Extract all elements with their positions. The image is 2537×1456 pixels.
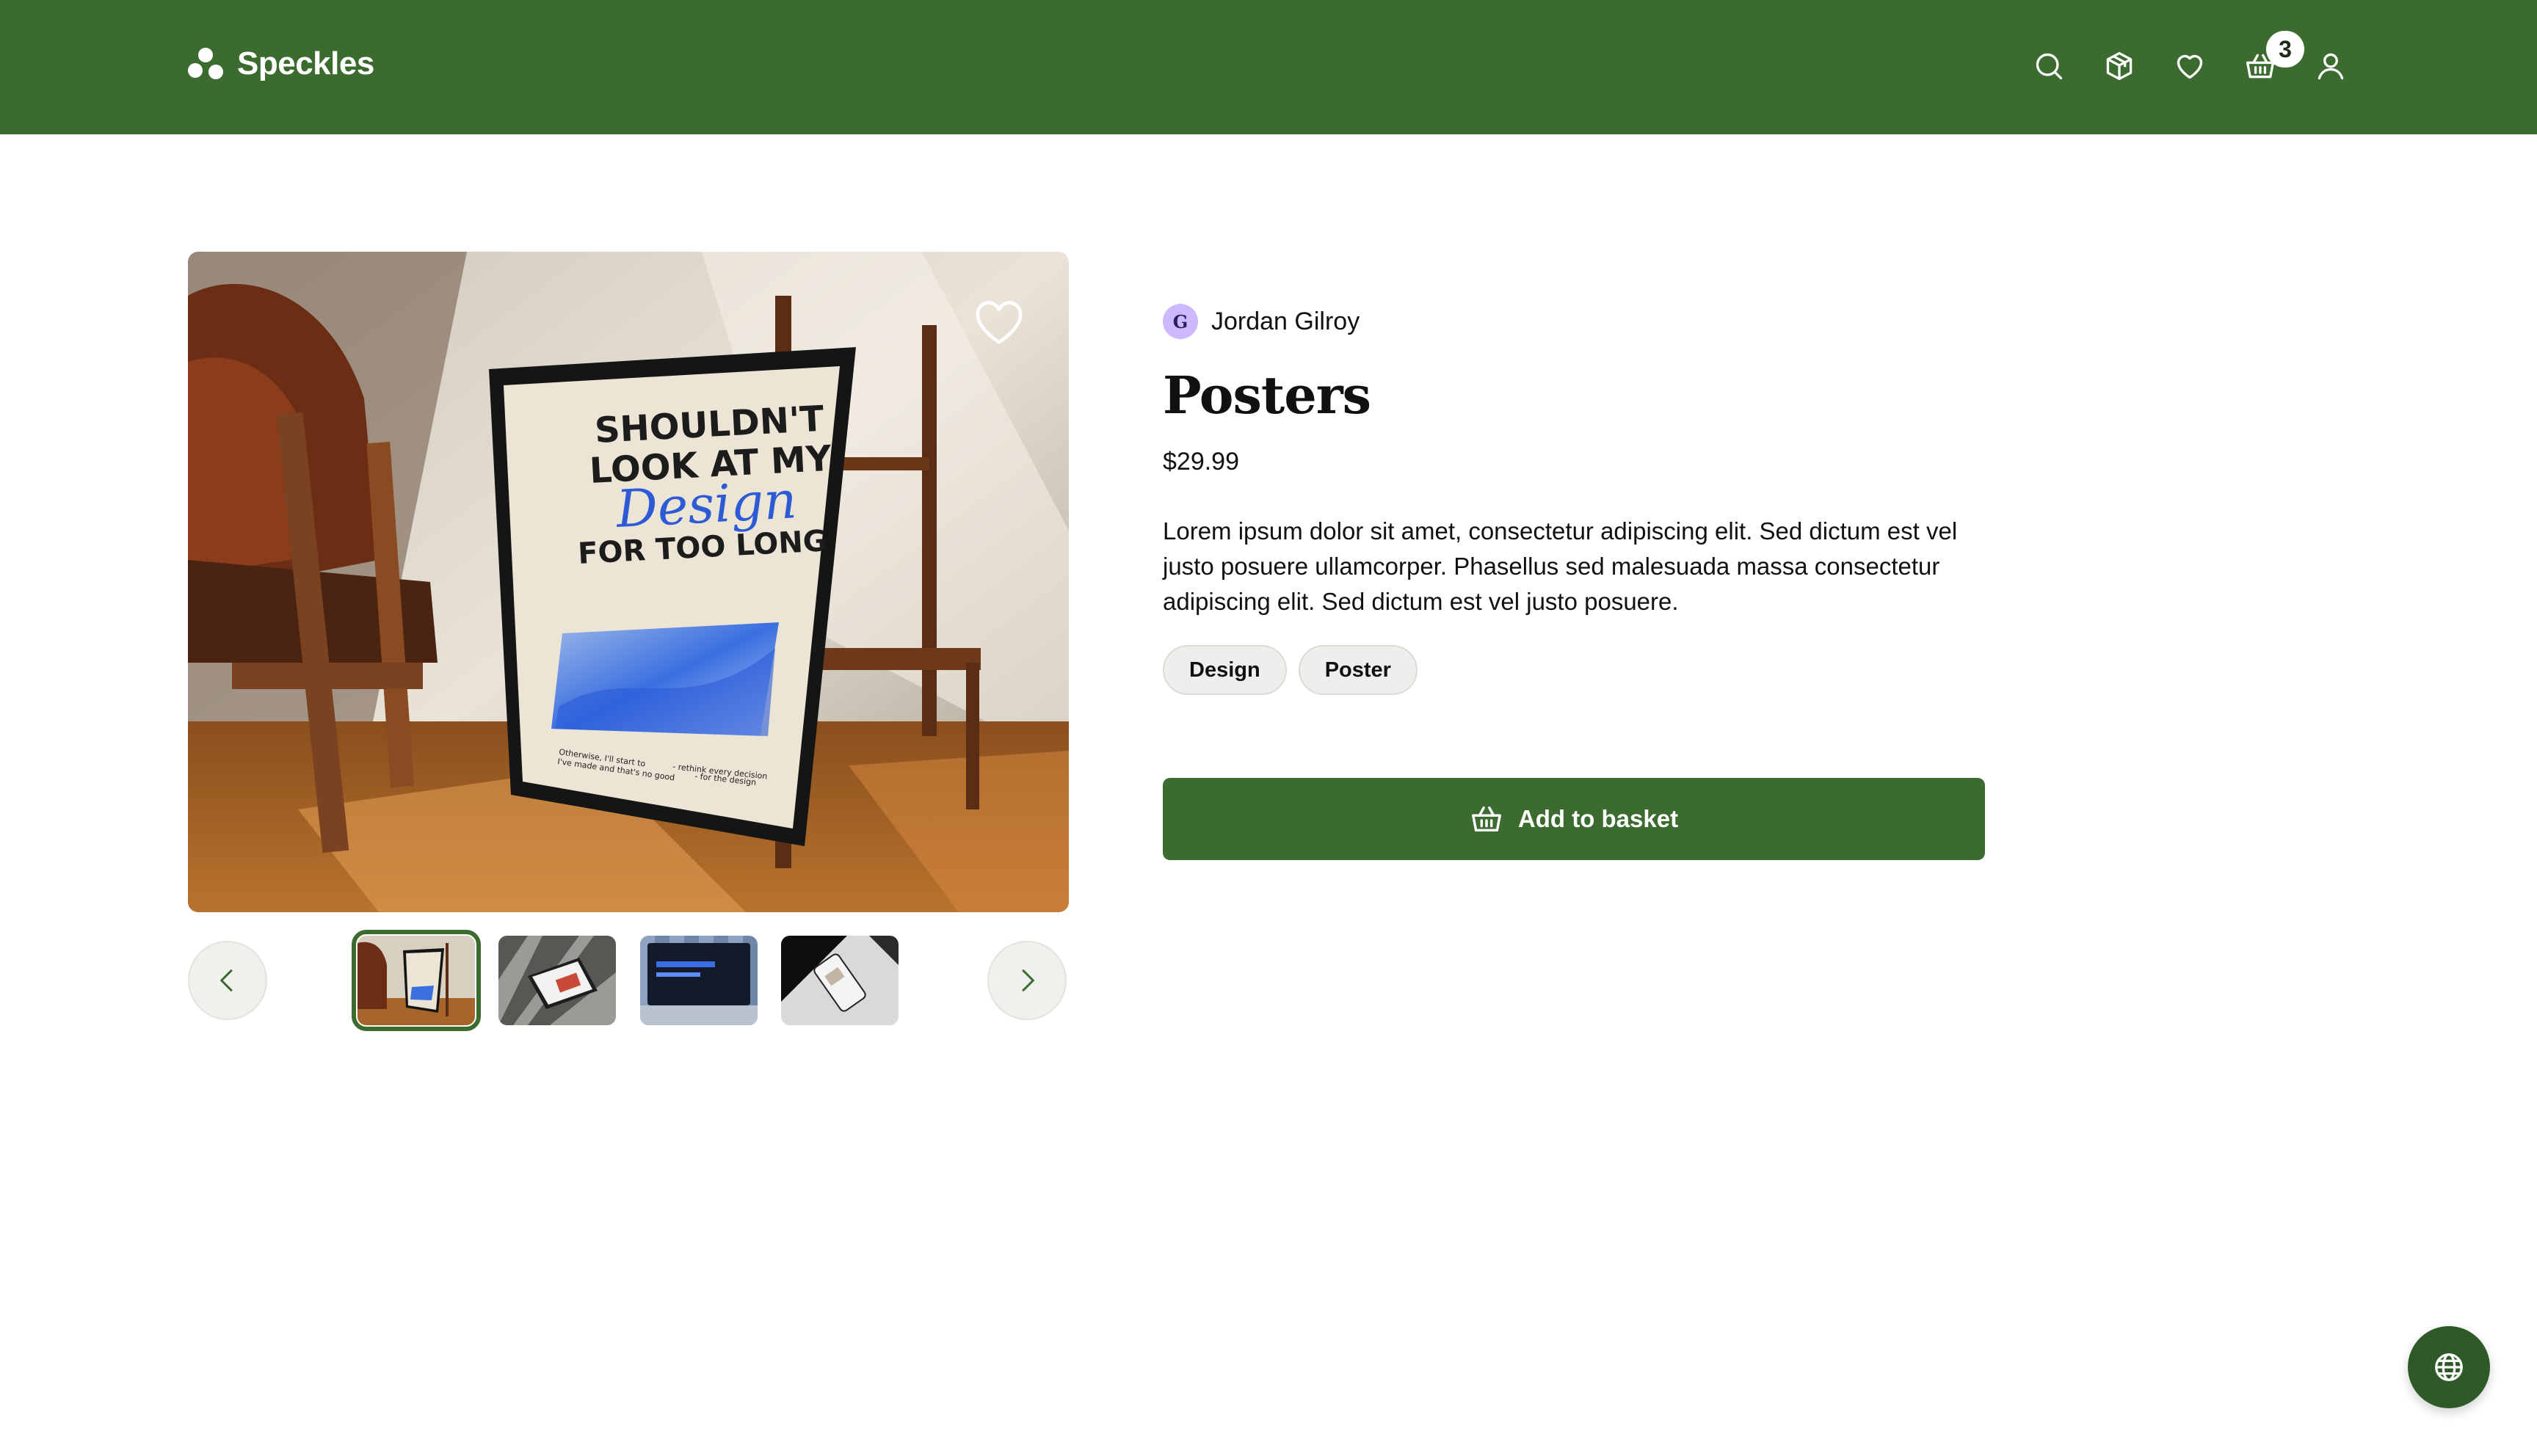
search-icon — [2036, 53, 2063, 80]
image-favorite-button[interactable] — [973, 299, 1025, 346]
product-title: Posters — [1163, 365, 1371, 426]
thumbnail-laptop-shadow[interactable] — [498, 936, 616, 1025]
brand-logo-link[interactable]: Speckles — [187, 46, 374, 82]
user-icon — [2318, 53, 2344, 80]
add-to-basket-button[interactable]: Add to basket — [1163, 778, 1985, 860]
orders-button[interactable] — [2102, 48, 2137, 84]
speckles-logo-icon — [188, 48, 223, 79]
author-name: Jordan Gilroy — [1211, 307, 1360, 335]
product-price: $29.99 — [1163, 448, 1239, 476]
cart-count-badge: 3 — [2266, 31, 2304, 68]
tag-poster[interactable]: Poster — [1298, 645, 1418, 695]
globe-icon — [2435, 1353, 2463, 1381]
chevron-right-icon — [1022, 969, 1034, 991]
site-header: Speckles 3 — [0, 0, 2537, 134]
brand-name: Speckles — [237, 46, 374, 81]
prev-image-button[interactable] — [188, 941, 267, 1020]
product-description: Lorem ipsum dolor sit amet, consectetur … — [1163, 517, 1958, 615]
author-avatar: G — [1163, 304, 1198, 339]
thumbnail-poster[interactable] — [352, 930, 481, 1031]
product-main-image: SHOULDN'T LOOK AT MY Design FOR TOO LONG… — [188, 252, 1069, 912]
wishlist-button[interactable] — [2172, 48, 2207, 84]
add-to-basket-label: Add to basket — [1517, 805, 1679, 832]
heart-icon — [2177, 54, 2203, 79]
basket-icon — [1471, 806, 1501, 832]
author-link[interactable]: G Jordan Gilroy — [1163, 304, 1360, 339]
thumbnail-phone[interactable] — [781, 936, 899, 1025]
thumbnail-laptop-blue[interactable] — [640, 936, 758, 1025]
next-image-button[interactable] — [987, 941, 1067, 1020]
box-icon — [2106, 51, 2133, 81]
language-button[interactable] — [2408, 1326, 2490, 1408]
tag-design[interactable]: Design — [1163, 645, 1287, 695]
heart-outline-icon — [976, 301, 1023, 344]
account-button[interactable] — [2313, 48, 2348, 84]
chevron-left-icon — [220, 969, 233, 991]
search-button[interactable] — [2031, 48, 2066, 84]
product-tags: Design Poster — [1163, 645, 1418, 695]
